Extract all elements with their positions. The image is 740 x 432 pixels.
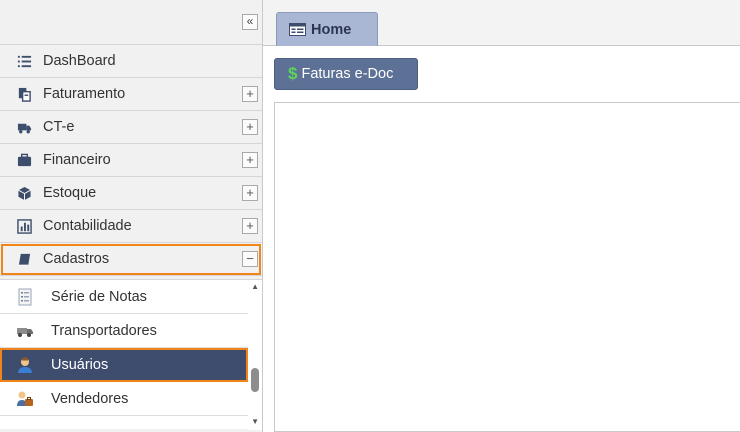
documents-icon: [16, 86, 32, 102]
sidebar-item-label: CT-e: [43, 119, 75, 135]
sidebar-item-contabilidade[interactable]: Contabilidade +: [0, 210, 262, 243]
expand-button[interactable]: +: [242, 218, 258, 234]
scroll-down-arrow[interactable]: ▼: [251, 417, 259, 426]
salesman-icon: [16, 390, 34, 408]
sidebar-item-label: Contabilidade: [43, 218, 132, 234]
home-tab-icon: [289, 23, 306, 36]
notes-icon: [16, 288, 34, 306]
sidebar-item-cadastros[interactable]: Cadastros −: [0, 243, 262, 276]
submenu-item-usuarios[interactable]: Usuários: [0, 348, 248, 382]
expand-button[interactable]: +: [242, 185, 258, 201]
cadastros-submenu: Série de Notas Transportadores Usuários …: [0, 279, 262, 430]
sidebar-header: «: [0, 0, 262, 45]
sidebar-item-faturamento[interactable]: Faturamento +: [0, 78, 262, 111]
submenu-item-vendedores[interactable]: Vendedores: [0, 382, 248, 416]
button-label: Faturas e-Doc: [301, 66, 394, 82]
sidebar-item-financeiro[interactable]: Financeiro +: [0, 144, 262, 177]
sidebar-item-label: Cadastros: [43, 251, 110, 267]
sidebar-item-dashboard[interactable]: DashBoard: [0, 45, 262, 78]
sidebar: « DashBoard Faturamento + CT-e + Finance…: [0, 0, 263, 432]
collapse-button[interactable]: −: [242, 251, 258, 267]
book-icon: [16, 251, 32, 267]
briefcase-icon: [16, 152, 32, 168]
content-panel: [274, 102, 740, 432]
tab-home[interactable]: Home: [276, 12, 378, 46]
collapse-sidebar-button[interactable]: «: [242, 14, 258, 30]
faturas-edoc-button[interactable]: $ Faturas e-Doc: [274, 58, 418, 90]
scroll-up-arrow[interactable]: ▲: [251, 282, 259, 291]
expand-button[interactable]: +: [242, 86, 258, 102]
sidebar-item-cte[interactable]: CT-e +: [0, 111, 262, 144]
truck-icon: [16, 119, 32, 135]
sidebar-item-label: Financeiro: [43, 152, 111, 168]
sidebar-item-label: Faturamento: [43, 86, 126, 102]
expand-button[interactable]: +: [242, 152, 258, 168]
bar-chart-icon: [16, 218, 32, 234]
user-icon: [16, 356, 34, 374]
sidebar-item-label: DashBoard: [43, 53, 116, 69]
scroll-thumb[interactable]: [251, 368, 259, 392]
submenu-item-label: Transportadores: [51, 322, 157, 339]
submenu-item-label: Usuários: [51, 356, 109, 373]
tab-bar: Home: [263, 0, 740, 46]
expand-button[interactable]: +: [242, 119, 258, 135]
transport-icon: [16, 322, 34, 340]
submenu-item-label: Vendedores: [51, 390, 129, 407]
sidebar-item-estoque[interactable]: Estoque +: [0, 177, 262, 210]
main-area: Home $ Faturas e-Doc: [263, 0, 740, 432]
sidebar-item-label: Estoque: [43, 185, 97, 201]
submenu-item-label: Série de Notas: [51, 288, 147, 305]
submenu-scrollbar[interactable]: ▲ ▼: [248, 280, 262, 430]
box-icon: [16, 185, 32, 201]
tab-label: Home: [311, 21, 352, 38]
submenu-item-serie-de-notas[interactable]: Série de Notas: [0, 280, 248, 314]
list-icon: [16, 53, 32, 69]
submenu-item-transportadores[interactable]: Transportadores: [0, 314, 248, 348]
dollar-icon: $: [288, 64, 298, 83]
